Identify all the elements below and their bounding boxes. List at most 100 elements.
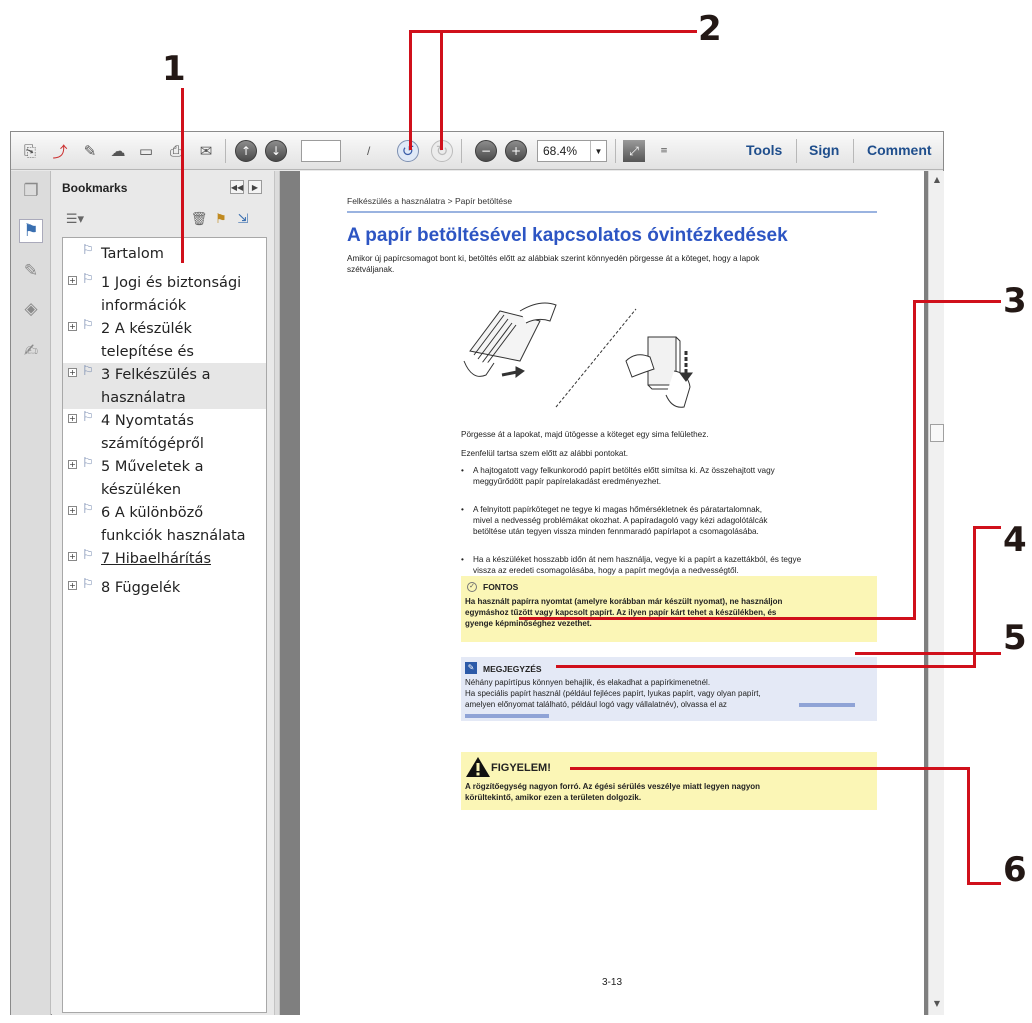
bookmark-label: 3 Felkészülés a használatra bbox=[101, 367, 211, 406]
bookmark-label: 8 Függelék bbox=[101, 580, 181, 596]
callout-6-leader bbox=[967, 767, 970, 885]
save-icon[interactable]: ▭ bbox=[135, 140, 157, 162]
signatures-icon[interactable]: ✍ bbox=[19, 339, 43, 363]
zoom-out-icon[interactable]: − bbox=[475, 140, 497, 162]
new-bookmark-icon[interactable]: ⚑ bbox=[212, 210, 230, 228]
bookmark-item[interactable]: +⚐2 A készülék telepítése és beállítása bbox=[63, 317, 266, 383]
scroll-up-icon[interactable]: ▲ bbox=[931, 175, 943, 187]
expand-bookmark-icon[interactable]: ⇲ bbox=[234, 210, 252, 228]
bookmark-item[interactable]: + ⚐ 1 Jogi és biztonsági információk bbox=[63, 271, 266, 317]
callout-2-leader bbox=[440, 30, 443, 150]
toolbar-separator bbox=[853, 139, 854, 163]
callout-1-leader bbox=[181, 88, 184, 263]
toolbar-separator bbox=[225, 139, 226, 163]
check-icon: ✓ bbox=[467, 582, 477, 592]
expand-icon[interactable]: + bbox=[68, 276, 77, 285]
page-total: / bbox=[367, 144, 371, 158]
instruction-text: Pörgesse át a lapokat, majd ütögesse a k… bbox=[461, 430, 709, 439]
note-icon: ✎ bbox=[465, 662, 477, 674]
bookmark-flag-icon: ⚐ bbox=[82, 548, 94, 563]
delete-bookmark-icon[interactable]: 🗑 bbox=[190, 210, 208, 228]
edit-icon[interactable]: ✎ bbox=[79, 140, 101, 162]
bullet-text-line: A felnyitott papírköteget ne tegye ki ma… bbox=[473, 505, 762, 514]
paper-fanning-illustration bbox=[463, 302, 693, 408]
next-page-icon[interactable]: ↓ bbox=[265, 140, 287, 162]
bookmark-item[interactable]: + ⚐ 3 Felkészülés a használatra bbox=[63, 363, 266, 409]
options-arrow-icon[interactable]: ▶ bbox=[248, 180, 262, 194]
bookmark-item[interactable]: + ⚐ 5 Műveletek a készüléken bbox=[63, 455, 266, 501]
bullet-marker: • bbox=[461, 555, 464, 564]
comment-button[interactable]: Comment bbox=[867, 142, 932, 158]
megjegyzes-line: amelyen előnyomat található, például log… bbox=[465, 700, 727, 709]
callout-5-leader bbox=[855, 652, 1001, 655]
bookmark-options-icon[interactable]: ☰▾ bbox=[62, 210, 88, 228]
bookmark-item[interactable]: + ⚐ 8 Függelék bbox=[63, 576, 266, 604]
navigation-pane-strip: ❐ ⚑ ✎ ◈ ✍ bbox=[11, 171, 51, 1015]
bookmark-label: 5 Műveletek a készüléken bbox=[101, 459, 204, 498]
fontos-line: Ha használt papírra nyomtat (amelyre kor… bbox=[465, 597, 783, 606]
scroll-thumb[interactable] bbox=[930, 424, 944, 442]
callout-5: 5 bbox=[1003, 618, 1027, 658]
bookmark-item[interactable]: + ⚐ 6 A különböző funkciók használata bbox=[63, 501, 266, 547]
bullet-text-line: vissza az eredeti csomagolásába, hogy a … bbox=[473, 566, 739, 575]
toolbar-separator bbox=[461, 139, 462, 163]
bookmark-flag-icon: ⚐ bbox=[82, 318, 94, 333]
bullet-text-line: mivel a nedvesség problémákat okozhat. A… bbox=[473, 516, 768, 525]
expand-icon[interactable]: + bbox=[68, 322, 77, 331]
callout-4: 4 bbox=[1003, 520, 1027, 560]
bookmarks-icon[interactable]: ⚑ bbox=[19, 219, 43, 243]
expand-icon[interactable]: + bbox=[68, 368, 77, 377]
cross-reference-link[interactable] bbox=[465, 714, 549, 718]
cross-reference-link[interactable] bbox=[799, 703, 855, 707]
email-icon[interactable]: ✉ bbox=[195, 140, 217, 162]
create-pdf-icon[interactable]: ⎘ bbox=[19, 140, 41, 162]
fontos-note: ✓ FONTOS Ha használt papírra nyomtat (am… bbox=[461, 576, 877, 642]
callout-6: 6 bbox=[1003, 850, 1027, 890]
expand-icon[interactable]: + bbox=[68, 552, 77, 561]
warning-icon bbox=[466, 757, 490, 777]
sign-button[interactable]: Sign bbox=[809, 142, 839, 158]
bullet-marker: • bbox=[461, 466, 464, 475]
expand-icon[interactable]: + bbox=[68, 460, 77, 469]
callout-2-leader bbox=[409, 30, 412, 150]
figyelem-heading: FIGYELEM! bbox=[491, 762, 551, 774]
export-pdf-icon[interactable]: ⤴ bbox=[49, 140, 71, 162]
callout-3-leader bbox=[913, 300, 916, 618]
callout-3: 3 bbox=[1003, 281, 1027, 321]
zoom-level-field[interactable]: 68.4% ▼ bbox=[537, 140, 607, 162]
callout-3-leader bbox=[519, 617, 916, 620]
expand-icon[interactable]: + bbox=[68, 414, 77, 423]
bullet-text-line: A hajtogatott vagy felkunkorodó papírt b… bbox=[473, 466, 775, 475]
callout-1: 1 bbox=[162, 49, 186, 89]
callout-4-leader bbox=[556, 665, 976, 668]
vertical-scrollbar[interactable]: ▲ ▼ bbox=[928, 171, 944, 1015]
toolbar-options-icon[interactable]: ≡ bbox=[653, 140, 675, 162]
page-title: A papír betöltésével kapcsolatos óvintéz… bbox=[347, 225, 788, 246]
pdf-reader-window: ⎘ ⤴ ✎ ☁ ▭ ⎙ ✉ ↑ ↓ / ↺ ↻ − + 68.4% ▼ ⤢ ≡ … bbox=[10, 131, 944, 1015]
bookmark-item[interactable]: + ⚐ 4 Nyomtatás számítógépről bbox=[63, 409, 266, 455]
previous-view-icon[interactable]: ↺ bbox=[397, 140, 419, 162]
zoom-dropdown-icon[interactable]: ▼ bbox=[590, 141, 606, 161]
megjegyzes-line: Néhány papírtípus könnyen behajlik, és e… bbox=[465, 678, 711, 687]
expand-icon[interactable]: + bbox=[68, 581, 77, 590]
attachments-icon[interactable]: ✎ bbox=[19, 259, 43, 283]
page-thumbnails-icon[interactable]: ❐ bbox=[19, 179, 43, 203]
cloud-upload-icon[interactable]: ☁ bbox=[107, 140, 129, 162]
zoom-in-icon[interactable]: + bbox=[505, 140, 527, 162]
megjegyzes-heading: MEGJEGYZÉS bbox=[483, 664, 542, 674]
page-number-input[interactable] bbox=[301, 140, 341, 162]
collapse-panel-icon[interactable]: ◀◀ bbox=[230, 180, 244, 194]
expand-icon[interactable]: + bbox=[68, 506, 77, 515]
main-toolbar: ⎘ ⤴ ✎ ☁ ▭ ⎙ ✉ ↑ ↓ / ↺ ↻ − + 68.4% ▼ ⤢ ≡ … bbox=[11, 132, 943, 170]
callout-6-leader bbox=[570, 767, 970, 770]
layers-icon[interactable]: ◈ bbox=[19, 297, 43, 321]
bookmark-label: 4 Nyomtatás számítógépről bbox=[101, 413, 204, 452]
fit-page-icon[interactable]: ⤢ bbox=[623, 140, 645, 162]
scroll-down-icon[interactable]: ▼ bbox=[931, 999, 943, 1011]
previous-page-icon[interactable]: ↑ bbox=[235, 140, 257, 162]
bookmarks-panel: Bookmarks ◀◀ ▶ ☰▾ 🗑 ⚑ ⇲ ⚐ Tartalom + ⚐ 1 Jog… bbox=[52, 171, 274, 1015]
bookmark-item[interactable]: ⚐ Tartalom bbox=[63, 242, 266, 267]
tools-button[interactable]: Tools bbox=[746, 142, 782, 158]
callout-2: 2 bbox=[698, 9, 722, 49]
bookmark-item[interactable]: + ⚐ 7 Hibaelhárítás bbox=[63, 547, 266, 575]
